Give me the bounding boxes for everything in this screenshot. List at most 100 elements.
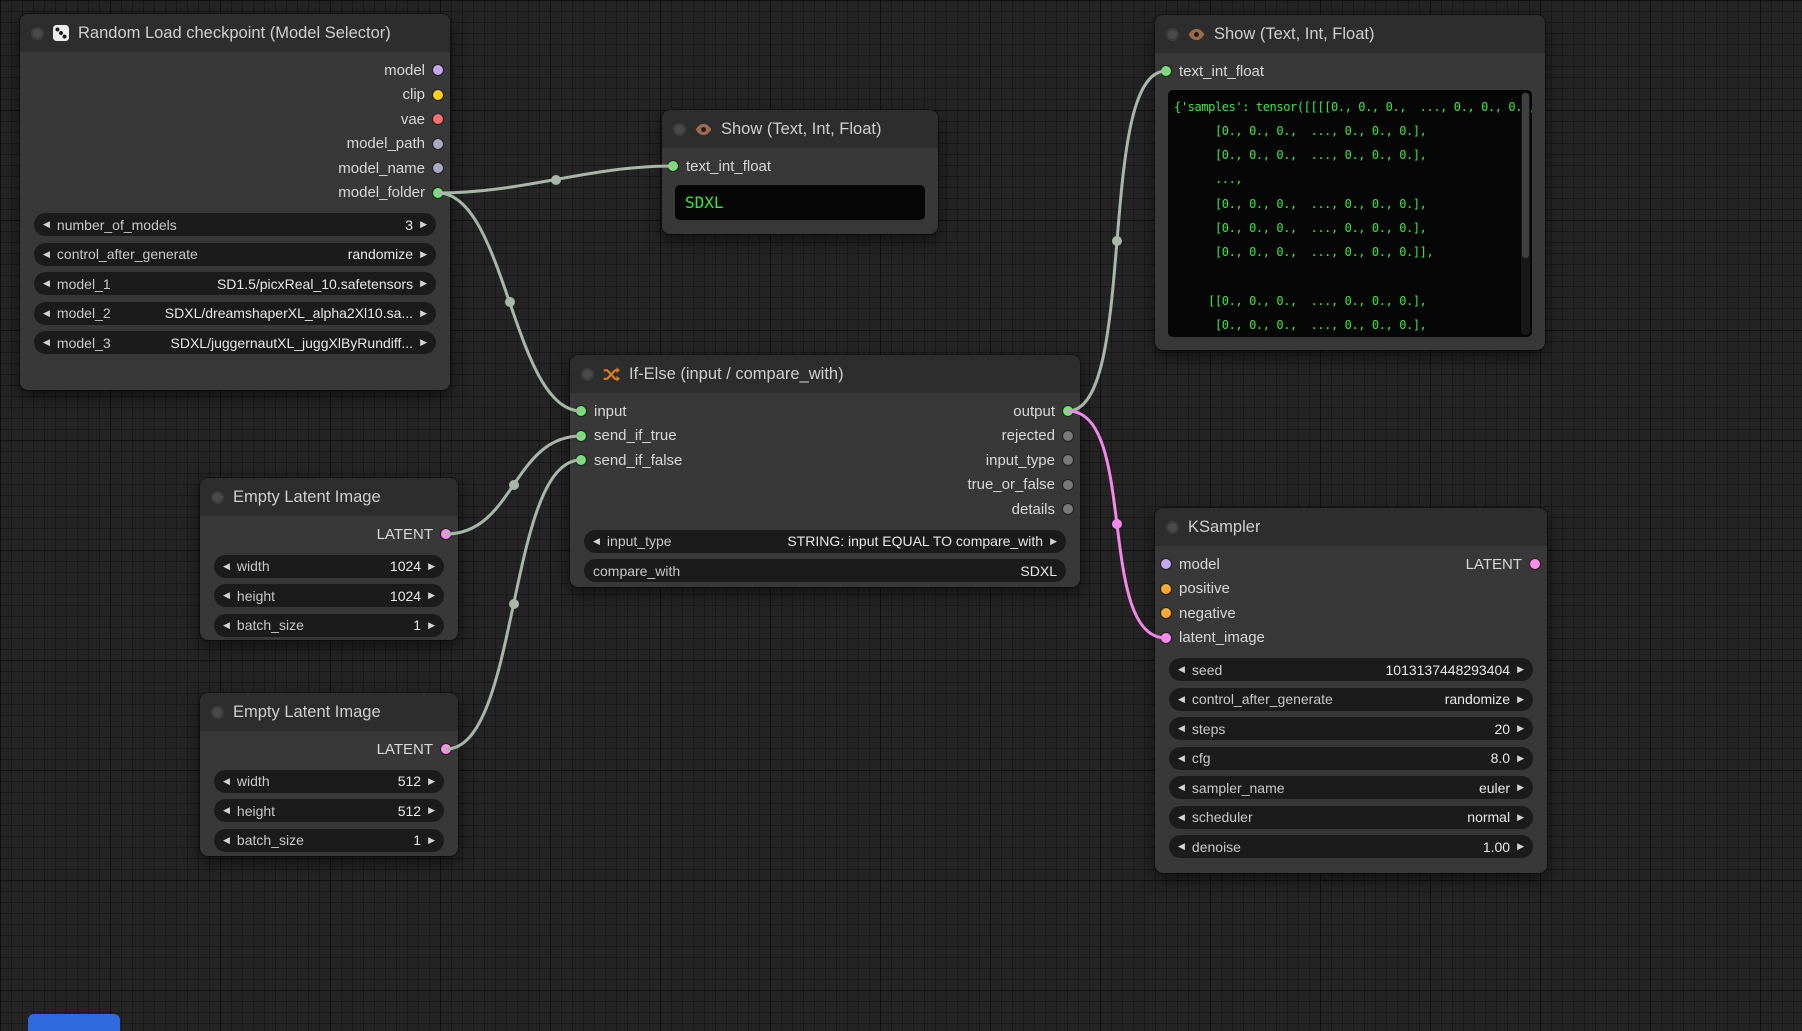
input-port[interactable] [576, 406, 586, 416]
increment-icon[interactable]: ▶ [428, 621, 435, 630]
input-port[interactable] [1161, 584, 1171, 594]
output-port[interactable] [1530, 559, 1540, 569]
decrement-icon[interactable]: ◀ [43, 309, 50, 318]
output-port[interactable] [433, 90, 443, 100]
output-slot-details[interactable]: details [960, 497, 1080, 522]
widget-model-1[interactable]: ◀ model_1 SD1.5/picxReal_10.safetensors … [34, 272, 436, 295]
output-port[interactable] [441, 529, 451, 539]
decrement-icon[interactable]: ◀ [1178, 783, 1185, 792]
decrement-icon[interactable]: ◀ [1178, 842, 1185, 851]
decrement-icon[interactable]: ◀ [1178, 724, 1185, 733]
decrement-icon[interactable]: ◀ [43, 220, 50, 229]
widget-cfg[interactable]: ◀ cfg 8.0 ▶ [1169, 747, 1533, 770]
increment-icon[interactable]: ▶ [428, 777, 435, 786]
increment-icon[interactable]: ▶ [428, 836, 435, 845]
widget-sampler-name[interactable]: ◀ sampler_name euler ▶ [1169, 776, 1533, 799]
decrement-icon[interactable]: ◀ [1178, 695, 1185, 704]
scrollbar-thumb[interactable] [1522, 93, 1529, 258]
node-random-load-checkpoint[interactable]: Random Load checkpoint (Model Selector) … [20, 14, 450, 390]
widget-number-of-models[interactable]: ◀ number_of_models 3 ▶ [34, 213, 436, 236]
increment-icon[interactable]: ▶ [420, 250, 427, 259]
collapse-toggle[interactable] [31, 27, 44, 40]
output-port[interactable] [1063, 480, 1073, 490]
decrement-icon[interactable]: ◀ [223, 836, 230, 845]
widget-scheduler[interactable]: ◀ scheduler normal ▶ [1169, 806, 1533, 829]
increment-icon[interactable]: ▶ [428, 562, 435, 571]
decrement-icon[interactable]: ◀ [223, 621, 230, 630]
input-slot-latent-image[interactable]: latent_image [1155, 626, 1272, 651]
collapse-toggle[interactable] [211, 491, 224, 504]
node-if-else[interactable]: If-Else (input / compare_with) input sen… [570, 355, 1080, 587]
widget-seed[interactable]: ◀ seed 1013137448293404 ▶ [1169, 658, 1533, 681]
widget-model-2[interactable]: ◀ model_2 SDXL/dreamshaperXL_alpha2Xl10.… [34, 302, 436, 325]
node-ksampler[interactable]: KSampler model positive negative lat [1155, 508, 1547, 873]
input-slot-negative[interactable]: negative [1155, 601, 1272, 626]
widget-compare-with[interactable]: compare_with SDXL [584, 559, 1066, 582]
decrement-icon[interactable]: ◀ [223, 591, 230, 600]
collapse-toggle[interactable] [1166, 521, 1179, 534]
widget-width[interactable]: ◀ width 512 ▶ [214, 770, 444, 793]
output-port[interactable] [433, 188, 443, 198]
widget-height[interactable]: ◀ height 512 ▶ [214, 799, 444, 822]
output-slot-model-path[interactable]: model_path [20, 132, 450, 157]
node-titlebar[interactable]: Empty Latent Image [200, 693, 458, 731]
input-port[interactable] [1161, 608, 1171, 618]
collapse-toggle[interactable] [673, 123, 686, 136]
output-port[interactable] [433, 139, 443, 149]
output-slot-vae[interactable]: vae [20, 107, 450, 132]
widget-batch-size[interactable]: ◀ batch_size 1 ▶ [214, 614, 444, 637]
collapse-toggle[interactable] [581, 368, 594, 381]
decrement-icon[interactable]: ◀ [1178, 813, 1185, 822]
node-empty-latent-image-1024[interactable]: Empty Latent Image LATENT ◀ width 1024 ▶… [200, 478, 458, 640]
node-empty-latent-image-512[interactable]: Empty Latent Image LATENT ◀ width 512 ▶ … [200, 693, 458, 856]
widget-steps[interactable]: ◀ steps 20 ▶ [1169, 717, 1533, 740]
output-port[interactable] [441, 744, 451, 754]
increment-icon[interactable]: ▶ [1517, 665, 1524, 674]
scrollbar[interactable] [1521, 92, 1530, 335]
node-titlebar[interactable]: Random Load checkpoint (Model Selector) [20, 14, 450, 52]
offscreen-node-partial[interactable] [28, 1014, 120, 1031]
increment-icon[interactable]: ▶ [1517, 695, 1524, 704]
decrement-icon[interactable]: ◀ [1178, 754, 1185, 763]
output-port[interactable] [1063, 455, 1073, 465]
widget-height[interactable]: ◀ height 1024 ▶ [214, 584, 444, 607]
decrement-icon[interactable]: ◀ [223, 777, 230, 786]
collapse-toggle[interactable] [1166, 28, 1179, 41]
widget-denoise[interactable]: ◀ denoise 1.00 ▶ [1169, 835, 1533, 858]
node-titlebar[interactable]: Show (Text, Int, Float) [662, 110, 938, 148]
decrement-icon[interactable]: ◀ [43, 279, 50, 288]
output-slot-true-or-false[interactable]: true_or_false [960, 473, 1080, 498]
input-port[interactable] [576, 431, 586, 441]
input-slot-text-int-float[interactable]: text_int_float [1155, 59, 1545, 84]
widget-batch-size[interactable]: ◀ batch_size 1 ▶ [214, 829, 444, 852]
increment-icon[interactable]: ▶ [1050, 537, 1057, 546]
widget-model-3[interactable]: ◀ model_3 SDXL/juggernautXL_juggXlByRund… [34, 331, 436, 354]
tensor-text-display[interactable]: {'samples': tensor([[[[0., 0., 0., ..., … [1168, 90, 1532, 337]
input-port[interactable] [1161, 559, 1171, 569]
input-slot-text-int-float[interactable]: text_int_float [662, 154, 938, 179]
output-slot-model-name[interactable]: model_name [20, 156, 450, 181]
node-titlebar[interactable]: Show (Text, Int, Float) [1155, 15, 1545, 53]
input-port[interactable] [668, 161, 678, 171]
output-port[interactable] [1063, 431, 1073, 441]
node-show-text-large[interactable]: Show (Text, Int, Float) text_int_float {… [1155, 15, 1545, 350]
widget-width[interactable]: ◀ width 1024 ▶ [214, 555, 444, 578]
increment-icon[interactable]: ▶ [1517, 783, 1524, 792]
input-port[interactable] [1161, 66, 1171, 76]
widget-input-type[interactable]: ◀ input_type STRING: input EQUAL TO comp… [584, 530, 1066, 553]
decrement-icon[interactable]: ◀ [593, 537, 600, 546]
output-slot-model-folder[interactable]: model_folder [20, 181, 450, 206]
decrement-icon[interactable]: ◀ [223, 562, 230, 571]
output-slot-latent[interactable]: LATENT [1459, 552, 1547, 577]
text-display[interactable]: SDXL [675, 185, 925, 220]
input-slot-model[interactable]: model [1155, 552, 1272, 577]
widget-control-after-generate[interactable]: ◀ control_after_generate randomize ▶ [34, 243, 436, 266]
node-show-text-small[interactable]: Show (Text, Int, Float) text_int_float S… [662, 110, 938, 234]
input-slot-input[interactable]: input [570, 399, 689, 424]
output-port[interactable] [1063, 504, 1073, 514]
output-slot-rejected[interactable]: rejected [960, 424, 1080, 449]
output-slot-output[interactable]: output [960, 399, 1080, 424]
increment-icon[interactable]: ▶ [1517, 842, 1524, 851]
input-slot-positive[interactable]: positive [1155, 577, 1272, 602]
increment-icon[interactable]: ▶ [1517, 813, 1524, 822]
